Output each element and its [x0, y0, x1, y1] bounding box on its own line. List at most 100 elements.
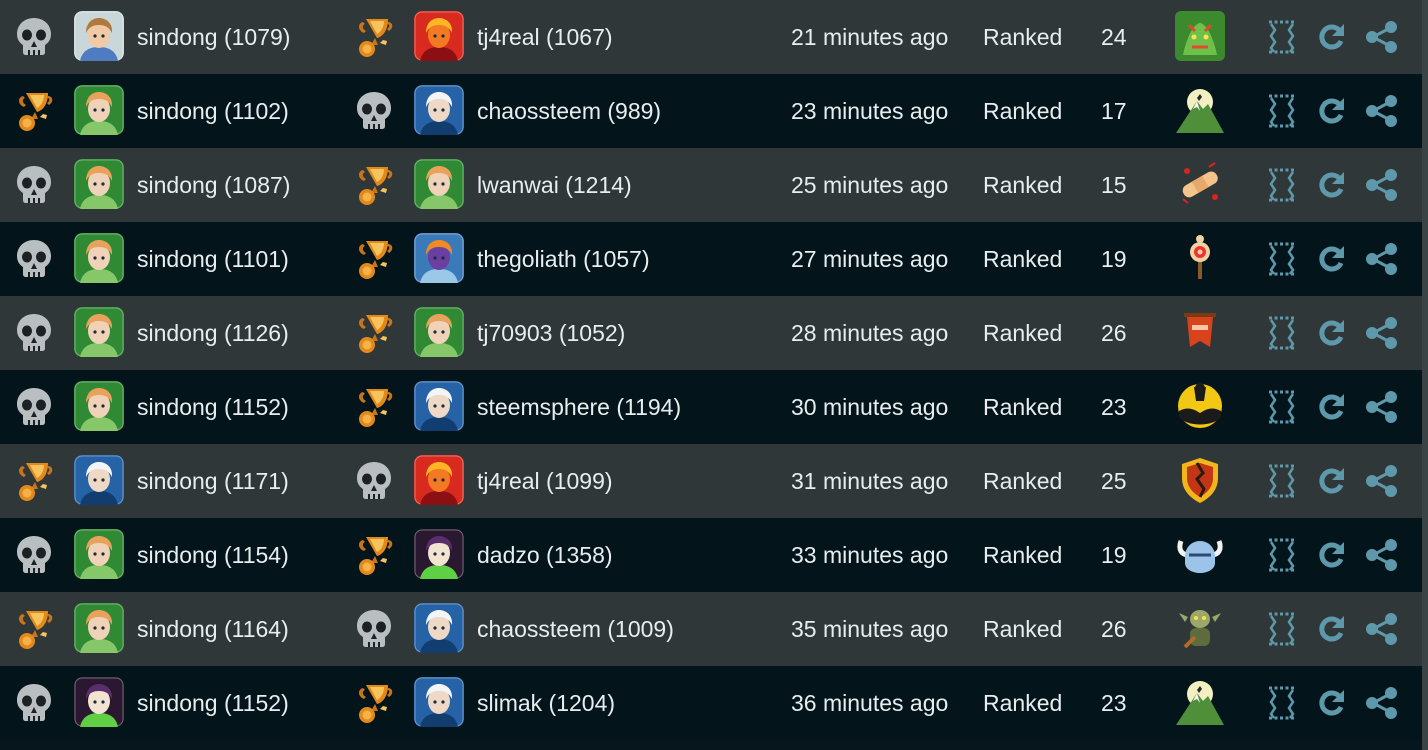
rematch-icon[interactable]	[1316, 242, 1348, 276]
player-two-name[interactable]: chaossteem (1009)	[477, 592, 674, 666]
trophy-icon	[350, 309, 398, 357]
dark-lord-avatar[interactable]	[74, 677, 124, 727]
player-one-name[interactable]: sindong (1087)	[137, 148, 290, 222]
green-elf-avatar[interactable]	[414, 307, 464, 357]
mountain-moon-ruleset-icon[interactable]	[1175, 85, 1225, 135]
cards-icon[interactable]	[1266, 94, 1298, 128]
cards-icon[interactable]	[1266, 612, 1298, 646]
player-one-name[interactable]: sindong (1102)	[137, 74, 289, 148]
red-dragon-avatar[interactable]	[414, 11, 464, 61]
rematch-icon[interactable]	[1316, 20, 1348, 54]
cards-icon[interactable]	[1266, 464, 1298, 498]
battle-row: sindong (1101) thegoliath (1057) 27 minu…	[0, 222, 1422, 296]
share-icon[interactable]	[1364, 612, 1398, 646]
battle-time: 33 minutes ago	[791, 542, 949, 568]
rematch-icon[interactable]	[1316, 686, 1348, 720]
skull-icon	[350, 87, 398, 135]
rematch-icon[interactable]	[1316, 316, 1348, 350]
goblin-ruleset-icon[interactable]	[1175, 603, 1225, 653]
bandage-ruleset-icon[interactable]	[1175, 159, 1225, 209]
player-one-name[interactable]: sindong (1171)	[137, 444, 289, 518]
cards-icon[interactable]	[1266, 20, 1298, 54]
player-two-name[interactable]: chaossteem (989)	[477, 74, 661, 148]
player-two-name[interactable]: tj70903 (1052)	[477, 296, 625, 370]
battle-time: 31 minutes ago	[791, 468, 949, 494]
skull-icon	[10, 309, 58, 357]
blue-wizard-avatar[interactable]	[74, 455, 124, 505]
cards-icon[interactable]	[1266, 242, 1298, 276]
battle-row: sindong (1152) slimak (1204) 36 minutes …	[0, 666, 1422, 740]
cards-icon[interactable]	[1266, 538, 1298, 572]
rematch-icon[interactable]	[1316, 168, 1348, 202]
player-two-name[interactable]: lwanwai (1214)	[477, 148, 632, 222]
share-icon[interactable]	[1364, 94, 1398, 128]
red-dragon-avatar[interactable]	[414, 455, 464, 505]
player-one-name[interactable]: sindong (1101)	[137, 222, 289, 296]
green-dragon-ruleset-icon[interactable]	[1175, 11, 1225, 61]
horned-helmet-ruleset-icon[interactable]	[1175, 529, 1225, 579]
green-elf-avatar[interactable]	[74, 307, 124, 357]
share-icon[interactable]	[1364, 20, 1398, 54]
trophy-icon	[10, 457, 58, 505]
share-icon[interactable]	[1364, 464, 1398, 498]
player-one-name[interactable]: sindong (1079)	[137, 0, 290, 74]
battle-row: sindong (1102) chaossteem (989) 23 minut…	[0, 74, 1422, 148]
battle-mode: Ranked	[983, 172, 1063, 198]
player-one-name[interactable]: sindong (1126)	[137, 296, 289, 370]
dark-lord-avatar[interactable]	[414, 529, 464, 579]
blue-wizard-avatar[interactable]	[414, 381, 464, 431]
cards-icon[interactable]	[1266, 168, 1298, 202]
rematch-icon[interactable]	[1316, 464, 1348, 498]
rematch-icon[interactable]	[1316, 538, 1348, 572]
trophy-icon	[350, 679, 398, 727]
player-one-name[interactable]: sindong (1154)	[137, 518, 289, 592]
blue-wizard-avatar[interactable]	[414, 677, 464, 727]
blonde-hero-avatar[interactable]	[74, 11, 124, 61]
green-elf-avatar[interactable]	[74, 159, 124, 209]
share-icon[interactable]	[1364, 390, 1398, 424]
battle-mode: Ranked	[983, 690, 1063, 716]
rematch-icon[interactable]	[1316, 390, 1348, 424]
player-one-name[interactable]: sindong (1152)	[137, 370, 289, 444]
blue-dragon-avatar[interactable]	[414, 233, 464, 283]
player-two-name[interactable]: slimak (1204)	[477, 666, 615, 740]
share-icon[interactable]	[1364, 168, 1398, 202]
skull-icon	[10, 161, 58, 209]
share-icon[interactable]	[1364, 242, 1398, 276]
player-one-name[interactable]: sindong (1152)	[137, 666, 289, 740]
mana-cap: 17	[1101, 98, 1127, 124]
mana-cap: 23	[1101, 690, 1127, 716]
scrollbar[interactable]	[1422, 0, 1428, 750]
green-elf-avatar[interactable]	[74, 529, 124, 579]
green-elf-avatar[interactable]	[74, 233, 124, 283]
share-icon[interactable]	[1364, 686, 1398, 720]
player-two-name[interactable]: tj4real (1067)	[477, 0, 613, 74]
player-two-name[interactable]: thegoliath (1057)	[477, 222, 650, 296]
mana-cap: 19	[1101, 542, 1127, 568]
blue-wizard-avatar[interactable]	[414, 85, 464, 135]
player-two-name[interactable]: dadzo (1358)	[477, 518, 613, 592]
blue-wizard-avatar[interactable]	[414, 603, 464, 653]
share-icon[interactable]	[1364, 316, 1398, 350]
player-one-name[interactable]: sindong (1164)	[137, 592, 289, 666]
green-elf-avatar[interactable]	[74, 381, 124, 431]
dark-moon-ruleset-icon[interactable]	[1175, 381, 1225, 431]
trophy-icon	[10, 87, 58, 135]
green-elf-avatar[interactable]	[414, 159, 464, 209]
battle-row: sindong (1154) dadzo (1358) 33 minutes a…	[0, 518, 1422, 592]
green-elf-avatar[interactable]	[74, 85, 124, 135]
rematch-icon[interactable]	[1316, 94, 1348, 128]
cards-icon[interactable]	[1266, 316, 1298, 350]
share-icon[interactable]	[1364, 538, 1398, 572]
player-two-name[interactable]: tj4real (1099)	[477, 444, 613, 518]
broken-shield-ruleset-icon[interactable]	[1175, 455, 1225, 505]
banner-ruleset-icon[interactable]	[1175, 307, 1225, 357]
player-two-name[interactable]: steemsphere (1194)	[477, 370, 681, 444]
rematch-icon[interactable]	[1316, 612, 1348, 646]
battle-history-table: sindong (1079) tj4real (1067) 21 minutes…	[0, 0, 1422, 740]
green-elf-avatar[interactable]	[74, 603, 124, 653]
cards-icon[interactable]	[1266, 686, 1298, 720]
cards-icon[interactable]	[1266, 390, 1298, 424]
mountain-moon-ruleset-icon[interactable]	[1175, 677, 1225, 727]
target-dummy-ruleset-icon[interactable]	[1175, 233, 1225, 283]
